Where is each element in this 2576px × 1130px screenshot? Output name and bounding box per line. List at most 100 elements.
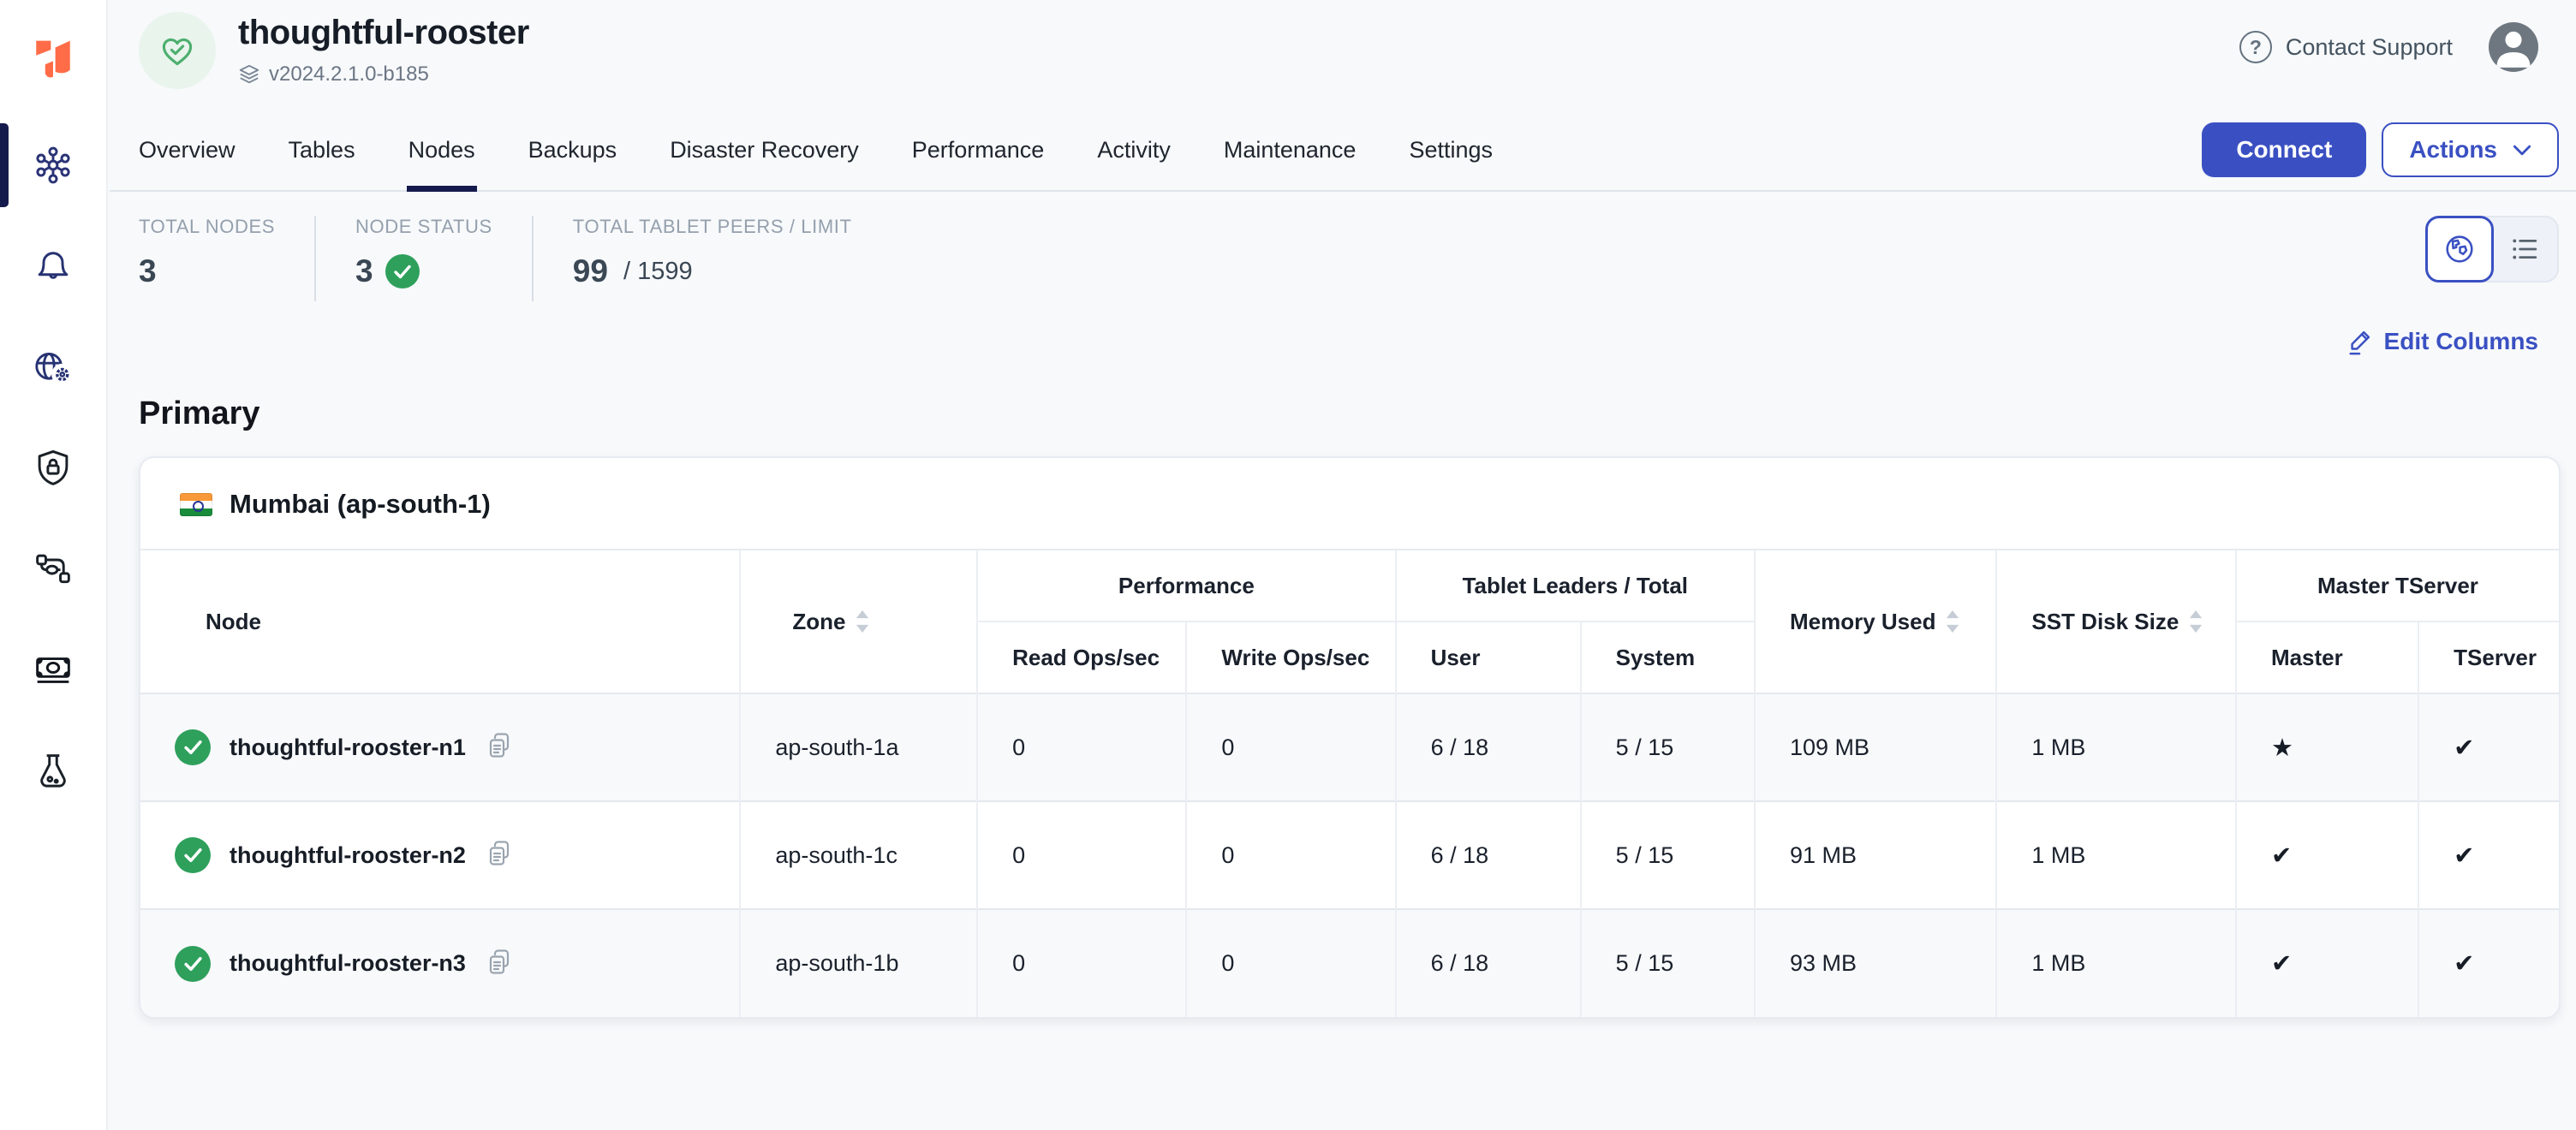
copy-node-name-button[interactable] xyxy=(485,948,514,980)
tabs-row: Overview Tables Nodes Backups Disaster R… xyxy=(110,110,2576,192)
column-header-sst-disk-size[interactable]: SST Disk Size xyxy=(1996,550,2236,693)
sst-disk-size-cell: 1 MB xyxy=(1996,693,2236,801)
copy-icon xyxy=(485,839,514,871)
read-ops-cell: 0 xyxy=(977,909,1186,1017)
stat-node-status-value: 3 xyxy=(355,253,492,289)
nodes-table: Node Zone Performance Tablet Leaders / T… xyxy=(140,549,2559,1017)
stat-tablet-peers-label: TOTAL TABLET PEERS / LIMIT xyxy=(573,216,852,238)
node-healthy-icon xyxy=(175,946,211,982)
node-name[interactable]: thoughtful-rooster-n3 xyxy=(230,950,466,977)
node-name[interactable]: thoughtful-rooster-n2 xyxy=(230,842,466,869)
pencil-icon xyxy=(2346,327,2374,356)
sidebar xyxy=(0,0,108,1130)
connect-button[interactable]: Connect xyxy=(2202,122,2366,177)
node-cell: thoughtful-rooster-n1 xyxy=(140,693,740,801)
copy-icon xyxy=(485,948,514,980)
sidebar-item-clusters[interactable] xyxy=(0,115,106,216)
stat-tablet-peers-count: 99 xyxy=(573,253,608,289)
column-header-master[interactable]: Master xyxy=(2236,622,2418,693)
column-header-write-ops[interactable]: Write Ops/sec xyxy=(1186,622,1395,693)
column-header-memory-used[interactable]: Memory Used xyxy=(1755,550,1996,693)
tab-disaster-recovery[interactable]: Disaster Recovery xyxy=(670,110,859,190)
zone-cell: ap-south-1a xyxy=(740,693,977,801)
table-row[interactable]: thoughtful-rooster-n2 ap-south-1c 0 xyxy=(140,801,2559,909)
read-ops-cell: 0 xyxy=(977,693,1186,801)
region-card: Mumbai (ap-south-1) Node Zone Performanc… xyxy=(139,456,2561,1019)
chevron-down-icon xyxy=(2513,145,2531,156)
yugabyte-logo-icon xyxy=(33,39,73,81)
node-name[interactable]: thoughtful-rooster-n1 xyxy=(230,734,466,761)
read-ops-cell: 0 xyxy=(977,801,1186,909)
system-tablets-cell: 5 / 15 xyxy=(1581,801,1755,909)
sst-disk-size-cell: 1 MB xyxy=(1996,909,2236,1017)
column-header-system[interactable]: System xyxy=(1581,622,1755,693)
cluster-icon xyxy=(34,146,72,184)
tab-settings[interactable]: Settings xyxy=(1409,110,1493,190)
tab-bar: Overview Tables Nodes Backups Disaster R… xyxy=(139,110,1493,190)
alerts-bell-icon xyxy=(34,247,72,285)
yugabyte-logo[interactable] xyxy=(33,17,73,103)
user-avatar-icon xyxy=(2489,22,2538,72)
copy-node-name-button[interactable] xyxy=(485,731,514,764)
memory-used-cell: 93 MB xyxy=(1755,909,1996,1017)
cluster-name: thoughtful-rooster xyxy=(238,14,529,52)
write-ops-cell: 0 xyxy=(1186,801,1395,909)
network-globe-gear-icon xyxy=(33,348,74,386)
tab-tables[interactable]: Tables xyxy=(289,110,355,190)
column-header-tserver[interactable]: TServer xyxy=(2418,622,2559,693)
help-icon[interactable]: ? xyxy=(2239,31,2272,63)
sort-icon[interactable] xyxy=(1946,610,1959,633)
sidebar-item-network[interactable] xyxy=(0,317,106,418)
sidebar-item-alerts[interactable] xyxy=(0,216,106,317)
system-tablets-cell: 5 / 15 xyxy=(1581,693,1755,801)
memory-used-cell: 109 MB xyxy=(1755,693,1996,801)
tab-actions: Connect Actions xyxy=(2202,122,2559,177)
india-flag-icon xyxy=(180,493,212,516)
stats-row: TOTAL NODES 3 NODE STATUS 3 TOTAL TABLET… xyxy=(110,192,2576,301)
write-ops-cell: 0 xyxy=(1186,909,1395,1017)
column-header-read-ops[interactable]: Read Ops/sec xyxy=(977,622,1186,693)
region-card-header: Mumbai (ap-south-1) xyxy=(140,458,2559,549)
table-row[interactable]: thoughtful-rooster-n1 ap-south-1a 0 xyxy=(140,693,2559,801)
tab-performance[interactable]: Performance xyxy=(912,110,1045,190)
node-status-healthy-icon xyxy=(385,254,420,288)
labs-flask-icon xyxy=(35,752,71,790)
node-cell: thoughtful-rooster-n3 xyxy=(140,909,740,1017)
sidebar-nav xyxy=(0,115,106,822)
tab-backups[interactable]: Backups xyxy=(528,110,617,190)
column-header-zone[interactable]: Zone xyxy=(740,550,977,693)
sst-disk-size-cell: 1 MB xyxy=(1996,801,2236,909)
tab-activity[interactable]: Activity xyxy=(1097,110,1171,190)
view-toggle xyxy=(2425,216,2559,282)
actions-button[interactable]: Actions xyxy=(2382,122,2559,177)
tab-nodes[interactable]: Nodes xyxy=(408,110,475,190)
sidebar-item-security[interactable] xyxy=(0,418,106,519)
column-header-node[interactable]: Node xyxy=(140,550,740,693)
sort-icon[interactable] xyxy=(856,610,869,633)
system-tablets-cell: 5 / 15 xyxy=(1581,909,1755,1017)
sort-icon[interactable] xyxy=(2189,610,2203,633)
contact-support-link[interactable]: Contact Support xyxy=(2286,34,2453,61)
column-group-master-tserver: Master TServer xyxy=(2236,550,2559,622)
column-header-user[interactable]: User xyxy=(1396,622,1581,693)
edit-columns-button[interactable]: Edit Columns xyxy=(2346,327,2538,356)
tab-maintenance[interactable]: Maintenance xyxy=(1224,110,1357,190)
edit-columns-label: Edit Columns xyxy=(2384,328,2538,355)
map-view-toggle[interactable] xyxy=(2425,216,2494,282)
user-tablets-cell: 6 / 18 xyxy=(1396,693,1581,801)
copy-node-name-button[interactable] xyxy=(485,839,514,871)
user-avatar[interactable] xyxy=(2489,22,2538,72)
tab-overview[interactable]: Overview xyxy=(139,110,236,190)
sidebar-item-billing[interactable] xyxy=(0,620,106,721)
cluster-health-badge xyxy=(139,12,216,89)
tserver-check-icon: ✔ xyxy=(2418,693,2559,801)
table-row[interactable]: thoughtful-rooster-n3 ap-south-1b 0 xyxy=(140,909,2559,1017)
actions-button-label: Actions xyxy=(2409,136,2497,164)
list-view-toggle[interactable] xyxy=(2492,217,2557,281)
list-view-icon xyxy=(2511,237,2538,261)
sidebar-item-labs[interactable] xyxy=(0,721,106,822)
node-healthy-icon xyxy=(175,837,211,873)
sidebar-item-integrations[interactable] xyxy=(0,519,106,620)
globe-view-icon xyxy=(2444,234,2475,265)
stat-node-status-label: NODE STATUS xyxy=(355,216,492,238)
